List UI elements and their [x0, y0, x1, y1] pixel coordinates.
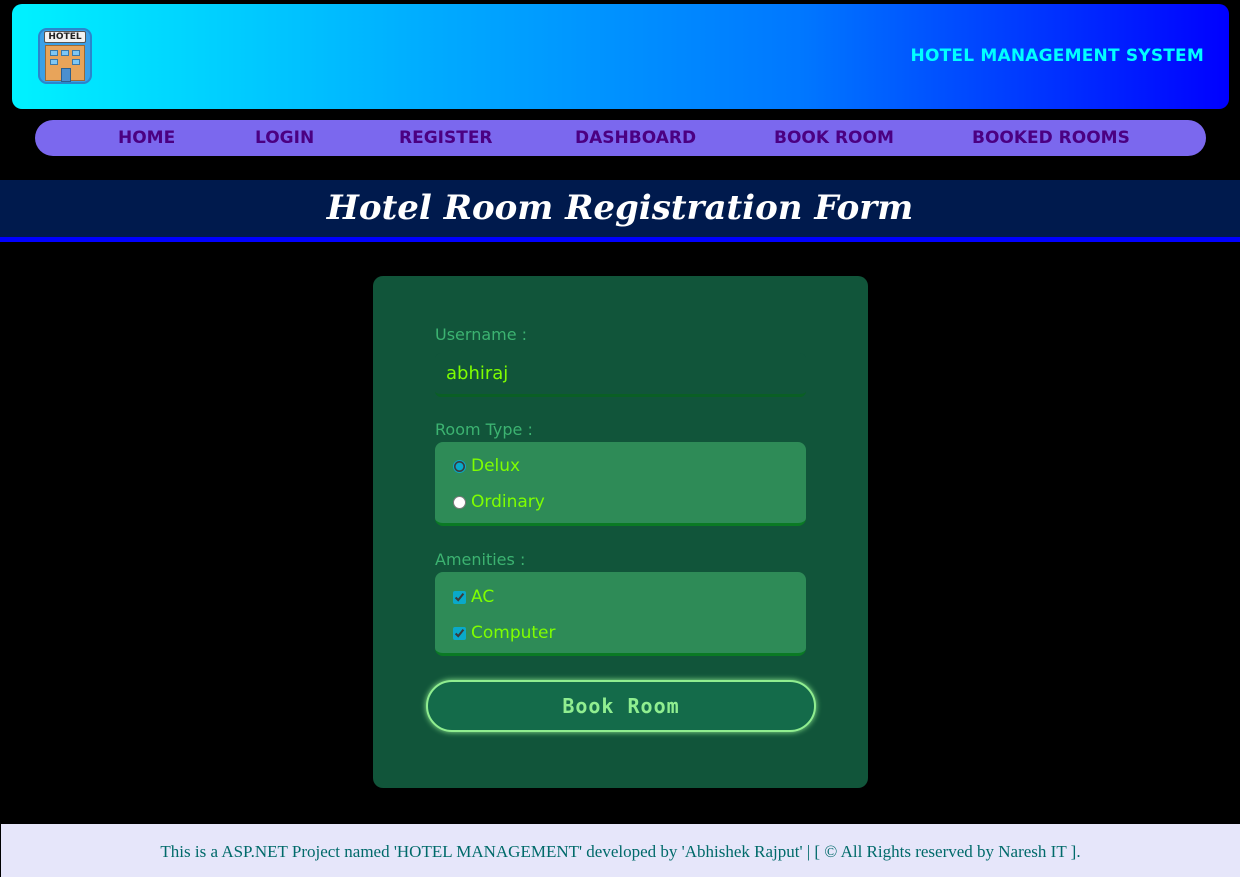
ordinary-radio[interactable]: [453, 495, 466, 509]
nav-booked-rooms[interactable]: BOOKED ROOMS: [972, 128, 1130, 148]
room-type-label: Room Type :: [435, 420, 533, 439]
building-icon: [45, 45, 85, 82]
room-type-group: Delux Ordinary: [435, 442, 806, 526]
amenities-label: Amenities :: [435, 550, 526, 569]
main-nav: HOME LOGIN REGISTER DASHBOARD BOOK ROOM …: [35, 120, 1206, 156]
logo-sign: HOTEL: [44, 31, 86, 43]
nav-login[interactable]: LOGIN: [255, 128, 314, 148]
nav-register[interactable]: REGISTER: [399, 128, 493, 148]
room-type-ordinary[interactable]: Ordinary: [451, 492, 545, 512]
ac-label: AC: [471, 587, 495, 607]
ordinary-label: Ordinary: [471, 492, 545, 512]
username-input[interactable]: [435, 353, 806, 397]
nav-home[interactable]: HOME: [118, 128, 175, 148]
amenities-group: AC Computer: [435, 572, 806, 656]
site-title: HOTEL MANAGEMENT SYSTEM: [910, 46, 1204, 66]
hotel-logo-icon[interactable]: HOTEL: [38, 28, 92, 84]
room-type-delux[interactable]: Delux: [451, 456, 520, 476]
nav-book-room[interactable]: BOOK ROOM: [774, 128, 894, 148]
amenity-ac[interactable]: AC: [451, 587, 494, 607]
amenity-computer[interactable]: Computer: [451, 623, 556, 643]
page-banner: Hotel Room Registration Form: [0, 180, 1240, 242]
book-room-button[interactable]: Book Room: [426, 680, 816, 732]
footer-text: This is a ASP.NET Project named 'HOTEL M…: [160, 842, 1081, 861]
delux-label: Delux: [471, 456, 521, 476]
username-label: Username :: [435, 325, 528, 344]
ac-checkbox[interactable]: [453, 590, 466, 604]
page-title: Hotel Room Registration Form: [326, 188, 914, 228]
site-footer: This is a ASP.NET Project named 'HOTEL M…: [1, 824, 1240, 877]
delux-radio[interactable]: [453, 459, 466, 473]
site-header: HOTEL HOTEL MANAGEMENT SYSTEM: [12, 4, 1229, 109]
registration-form: Username : Room Type : Delux Ordinary Am…: [373, 276, 868, 788]
nav-dashboard[interactable]: DASHBOARD: [575, 128, 696, 148]
computer-label: Computer: [471, 623, 556, 643]
computer-checkbox[interactable]: [453, 626, 466, 640]
